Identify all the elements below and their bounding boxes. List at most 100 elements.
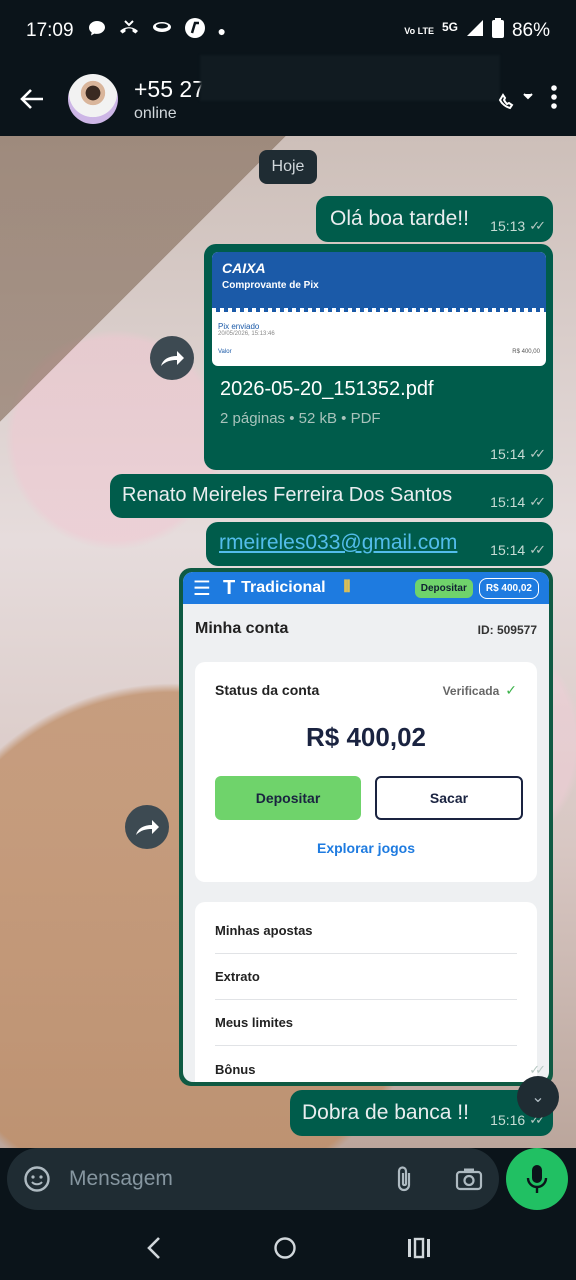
message-time: 15:16 (490, 1112, 526, 1128)
message-time: 15:13 (490, 218, 526, 234)
verified-badge: Verificada ✓ (442, 682, 517, 698)
double-check-icon: ✓✓ (529, 218, 546, 233)
system-indicators: Vo LTE 5G 86% (404, 18, 550, 44)
message-time: 15:14 (490, 446, 526, 462)
file-name: 2026-05-20_151352.pdf (220, 378, 434, 400)
message-time: 15:15 (490, 1062, 526, 1078)
double-check-icon: ✓✓ (529, 542, 546, 557)
message-bubble[interactable]: Olá boa tarde!! 15:13 ✓✓ (316, 196, 553, 242)
pdf-preview-title: Comprovante de Pix (222, 280, 319, 291)
document-bubble[interactable]: CAIXA Comprovante de Pix Pix enviado 20/… (204, 244, 553, 470)
brand-name: Tradicional (241, 579, 326, 596)
contact-status: online (134, 104, 177, 122)
nav-back-icon[interactable] (145, 1236, 163, 1260)
account-id: ID: 509577 (477, 623, 537, 637)
microphone-icon (526, 1165, 548, 1193)
account-menu-card: Minhas apostas Extrato Meus limites Bônu… (195, 902, 537, 1082)
betting-app-screenshot[interactable]: ☰ T Tradicional ⫴ Depositar R$ 400,02 Mi… (183, 572, 549, 1082)
sticker-icon[interactable] (23, 1165, 51, 1193)
menu-item: Bônus (215, 1061, 256, 1077)
message-text: Dobra de banca !! (302, 1101, 469, 1124)
menu-item: Meus limites (215, 1000, 517, 1046)
status-time: 17:09 (26, 20, 74, 41)
message-bubble[interactable]: Dobra de banca !! 15:16 ✓✓ (290, 1090, 553, 1136)
message-meta: 15:14 ✓✓ (490, 542, 546, 558)
more-options-button[interactable] (550, 84, 558, 115)
caixa-logo: CAIXA (222, 260, 266, 276)
battery-icon (491, 18, 504, 44)
message-bubble[interactable]: Renato Meireles Ferreira Dos Santos 15:1… (110, 474, 553, 518)
missed-call-icon (118, 19, 140, 43)
contact-number: +55 27 (134, 75, 205, 102)
nav-home-icon[interactable] (273, 1236, 297, 1260)
message-meta: 15:14 ✓✓ (490, 494, 546, 510)
balance-mini: R$ 400,02 (478, 577, 539, 599)
pdf-preview-date: 20/05/2026, 15:13:46 (218, 331, 275, 337)
chat-area[interactable]: Hoje Olá boa tarde!! 15:13 ✓✓ CAIXA Comp… (0, 136, 576, 1148)
forward-icon (161, 351, 184, 366)
message-text: Renato Meireles Ferreira Dos Santos (122, 484, 453, 506)
email-link[interactable]: rmeireles033@gmail.com (219, 531, 457, 555)
status-bar: 17:09 ● Vo LTE 5G 86% (0, 0, 576, 62)
double-check-icon: ✓✓ (529, 494, 546, 509)
status-label: Status da conta (215, 682, 320, 698)
gift-icon: ⫴ (343, 579, 351, 596)
message-meta: 15:13 ✓✓ (490, 218, 546, 234)
double-check-icon: ✓✓ (529, 446, 546, 461)
double-chevron-down-icon: ⌄ (531, 1089, 545, 1106)
header-actions (496, 62, 558, 136)
message-text: Olá boa tarde!! (330, 207, 469, 230)
signal-icon (466, 19, 484, 43)
deposit-mini-button: Depositar (414, 578, 473, 598)
android-nav-bar (0, 1216, 576, 1280)
call-menu-button[interactable] (496, 84, 536, 115)
bowl-icon (152, 19, 172, 43)
check-icon: ✓ (505, 682, 517, 698)
battery-level: 86% (511, 20, 550, 41)
network-type: 5G (441, 20, 458, 34)
pdf-preview[interactable]: CAIXA Comprovante de Pix Pix enviado 20/… (212, 252, 546, 366)
message-input[interactable]: Mensagem (7, 1148, 499, 1210)
back-button[interactable] (0, 62, 64, 136)
pdf-preview-label: Valor (218, 349, 232, 355)
pdf-preview-value: R$ 400,00 (512, 349, 540, 355)
chat-bubble-icon (88, 19, 106, 43)
arrow-left-icon (20, 89, 43, 109)
date-chip: Hoje (259, 150, 317, 184)
brand-logo-icon: T (222, 576, 236, 599)
app-logo-icon (184, 17, 206, 45)
camera-icon[interactable] (455, 1167, 483, 1191)
withdraw-button: Sacar (375, 776, 523, 820)
account-status-card: Status da conta Verificada ✓ R$ 400,02 De… (195, 662, 537, 882)
message-bubble[interactable]: rmeireles033@gmail.com 15:14 ✓✓ (206, 522, 553, 566)
menu-item: Extrato (215, 954, 517, 1000)
message-composer: Mensagem (0, 1148, 576, 1216)
phone-icon (498, 92, 533, 109)
more-vert-icon (551, 84, 557, 109)
contact-info[interactable]: +55 27 online (134, 76, 205, 123)
message-time: 15:14 (490, 542, 526, 558)
message-meta: 15:14 ✓✓ (490, 446, 546, 462)
menu-icon: ☰ (193, 577, 211, 600)
file-info: 2 páginas • 52 kB • PDF (220, 410, 381, 427)
voice-message-button[interactable] (506, 1148, 568, 1210)
redaction-overlay (200, 55, 500, 101)
volte-indicator: Vo LTE (404, 25, 434, 36)
account-title: Minha conta (195, 620, 289, 637)
notification-icons: ● (88, 17, 226, 45)
attach-icon[interactable] (393, 1165, 415, 1193)
pdf-preview-line: Pix enviado (218, 322, 260, 331)
avatar[interactable] (68, 74, 118, 124)
forward-button[interactable] (125, 805, 169, 849)
scroll-to-bottom-button[interactable]: ⌄ (517, 1076, 559, 1118)
message-placeholder: Mensagem (69, 1167, 173, 1190)
more-notifications-dot: ● (217, 23, 227, 39)
app-topbar: ☰ T Tradicional ⫴ Depositar R$ 400,02 (183, 572, 549, 604)
image-message[interactable]: ☰ T Tradicional ⫴ Depositar R$ 400,02 Mi… (179, 568, 553, 1086)
deposit-button: Depositar (215, 776, 361, 820)
account-balance: R$ 400,02 (306, 722, 426, 752)
message-time: 15:14 (490, 494, 526, 510)
forward-button[interactable] (150, 336, 194, 380)
menu-item: Minhas apostas (215, 908, 517, 954)
nav-recents-icon[interactable] (407, 1237, 431, 1259)
